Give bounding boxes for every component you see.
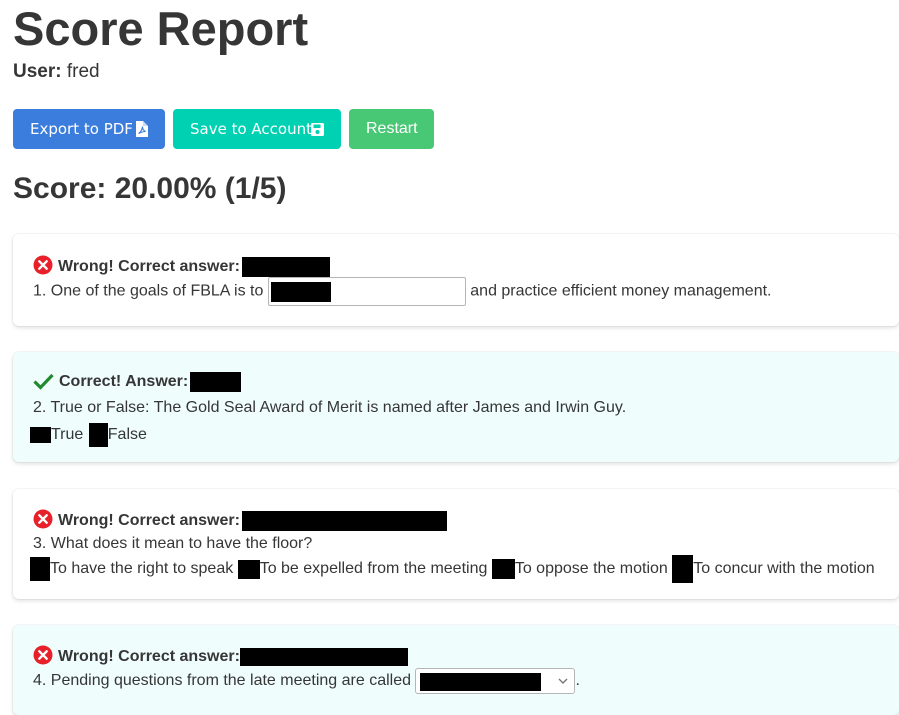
redacted-answer: [241, 510, 447, 531]
answer-select[interactable]: [415, 668, 576, 694]
question-card-3: Wrong! Correct answer: 3. What does it m…: [13, 489, 899, 599]
checkmark-icon: [33, 374, 54, 391]
user-label: User:: [13, 61, 62, 82]
result-status-text: Wrong! Correct answer:: [58, 648, 240, 665]
redacted-answer: [239, 647, 408, 666]
redacted-answer: [190, 372, 242, 392]
question-text-before: 4. Pending questions from the late meeti…: [33, 672, 412, 689]
radio-option-1[interactable]: [30, 557, 50, 581]
radio-option-1[interactable]: [30, 427, 51, 443]
result-status-text: Wrong! Correct answer:: [58, 258, 240, 275]
question-card-1: Wrong! Correct answer: 1. One of the goa…: [13, 234, 899, 326]
radio-option-3[interactable]: [491, 559, 515, 579]
radio-option-2[interactable]: [237, 559, 260, 579]
question-prompt: 2. True or False: The Gold Seal Award of…: [33, 399, 627, 416]
score-summary: Score: 20.00% (1/5): [13, 172, 287, 205]
question-text-after: and practice efficient money management.: [470, 282, 772, 300]
save-to-account-label: Save to Account: [190, 120, 312, 138]
result-status-text: Wrong! Correct answer:: [58, 512, 240, 529]
answer-input[interactable]: [267, 277, 466, 306]
answer-options: To have the right to speak To be expelle…: [30, 555, 875, 583]
save-to-account-button[interactable]: Save to Account: [173, 109, 341, 149]
result-status: Wrong! Correct answer:: [33, 645, 408, 666]
user-line: User: fred: [13, 61, 100, 83]
question-text-before: 1. One of the goals of FBLA is to: [33, 282, 264, 300]
x-circle-icon: [33, 255, 53, 275]
option-label: True: [51, 426, 84, 443]
user-name: fred: [66, 61, 100, 82]
answer-options: True False: [30, 423, 147, 447]
option-label: To concur with the motion: [693, 560, 875, 577]
option-label: To oppose the motion: [514, 560, 668, 577]
result-status: Wrong! Correct answer:: [33, 509, 447, 531]
radio-option-2[interactable]: [88, 423, 108, 447]
option-label: To be expelled from the meeting: [259, 560, 488, 577]
redacted-selected-value: [420, 673, 542, 691]
question-card-4: Wrong! Correct answer: 4. Pending questi…: [13, 625, 899, 715]
page-title: Score Report: [13, 2, 309, 55]
restart-button[interactable]: Restart: [349, 109, 434, 149]
question-prompt: 1. One of the goals of FBLA is to and pr…: [33, 277, 771, 306]
question-card-2: Correct! Answer: 2. True or False: The G…: [13, 352, 899, 462]
option-label: False: [107, 426, 147, 443]
redacted-answer: [241, 256, 330, 277]
result-status: Correct! Answer:: [33, 372, 242, 392]
question-prompt: 4. Pending questions from the late meeti…: [33, 668, 580, 694]
export-pdf-label: Export to PDF: [30, 120, 133, 138]
chevron-down-icon: [558, 678, 568, 684]
floppy-disk-icon: [311, 123, 324, 136]
result-status: Wrong! Correct answer:: [33, 255, 330, 277]
export-pdf-button[interactable]: Export to PDF: [13, 109, 165, 149]
radio-option-4[interactable]: [672, 555, 694, 583]
result-status-text: Correct! Answer:: [59, 373, 189, 391]
question-prompt: 3. What does it mean to have the floor?: [33, 535, 313, 552]
redacted-input-value: [270, 282, 331, 302]
x-circle-icon: [33, 509, 53, 529]
x-circle-icon: [33, 645, 53, 665]
file-pdf-icon: [136, 121, 148, 137]
option-label: To have the right to speak: [50, 560, 234, 577]
question-text-after: .: [575, 672, 580, 689]
